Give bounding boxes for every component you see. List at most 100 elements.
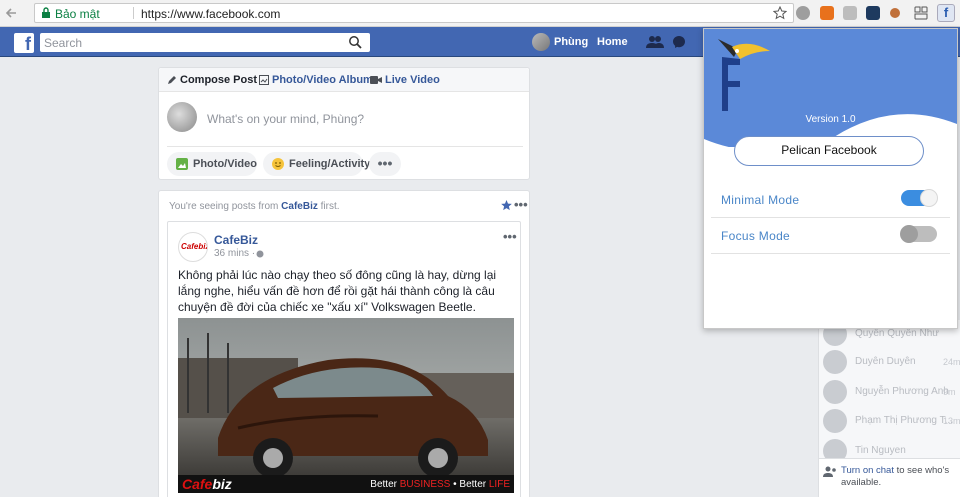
home-link[interactable]: Home [597, 36, 628, 48]
minimal-mode-label: Minimal Mode [721, 193, 800, 207]
tagline-part-3: • Better [450, 479, 487, 490]
friend-requests-icon[interactable] [646, 35, 664, 49]
tab-label: Compose Post [180, 74, 258, 86]
secure-label: Bảo mật [55, 7, 100, 21]
extension-4-icon[interactable] [866, 6, 880, 20]
pelican-extension-icon[interactable]: f [937, 4, 955, 22]
notice-options-icon[interactable]: ••• [514, 197, 528, 212]
contact-name: Tin Nguyen [855, 445, 906, 456]
popup-banner: Version 1.0 [704, 29, 957, 147]
composer-tabs: Compose Post Photo/Video Album Live Vide… [159, 68, 529, 92]
search-icon[interactable] [348, 35, 362, 49]
extension-6-icon[interactable] [914, 6, 928, 20]
chat-contact[interactable]: Duyên Duyên 24m [823, 350, 960, 374]
avatar[interactable] [532, 33, 550, 51]
photo-video-button[interactable]: Photo/Video [167, 152, 257, 176]
lock-icon [42, 7, 50, 18]
post-image[interactable]: Cafebiz Better BUSINESS • Better LIFE [178, 318, 514, 493]
tab-compose-post[interactable]: Compose Post [167, 74, 257, 86]
option-divider [711, 217, 950, 218]
chat-people-icon [823, 466, 836, 477]
contact-time: 9m [943, 387, 956, 397]
photo-icon [176, 158, 188, 170]
tagline-part-4: LIFE [488, 479, 510, 490]
popup-version: Version 1.0 [805, 114, 856, 125]
post-text: Không phải lúc nào chạy theo số đông cũn… [178, 268, 497, 314]
video-camera-icon [370, 76, 382, 84]
more-options-label: ••• [377, 155, 393, 171]
contact-name: Nguyễn Phương Anh [855, 386, 949, 397]
smiley-icon [272, 158, 284, 170]
address-separator [133, 7, 134, 19]
composer-avatar[interactable] [167, 102, 197, 132]
tab-live-video[interactable]: Live Video [370, 74, 440, 86]
contact-name: Quyên Quyên Như [855, 328, 939, 339]
profile-link[interactable]: Phùng [554, 36, 588, 48]
album-icon [259, 75, 269, 85]
post-timestamp[interactable]: 36 mins · [214, 248, 255, 259]
avatar-logo-text: Cafebiz [181, 242, 208, 251]
pencil-icon [168, 76, 176, 84]
notice-prefix: You're seeing posts from [169, 201, 279, 212]
feed-card: You're seeing posts from CafeBiz first. … [158, 190, 530, 497]
post-avatar[interactable]: Cafebiz [178, 232, 208, 262]
see-first-notice: You're seeing posts from CafeBiz first. [169, 201, 340, 212]
contact-avatar [823, 380, 847, 404]
notice-page-link[interactable]: CafeBiz [281, 201, 318, 212]
extension-2-icon[interactable] [820, 6, 834, 20]
option-divider [711, 253, 950, 254]
post-author[interactable]: CafeBiz [214, 233, 258, 247]
bookmark-star-icon[interactable] [773, 6, 787, 20]
composer-divider [167, 146, 523, 147]
browser-toolbar: Bảo mật https://www.facebook.com f [0, 0, 960, 27]
turn-on-chat-link[interactable]: Turn on chat [841, 465, 894, 476]
pelican-extension-popup: Version 1.0 Pelican Facebook Minimal Mod… [703, 28, 958, 329]
toggle-knob [920, 189, 938, 207]
feeling-activity-button[interactable]: Feeling/Activity [263, 152, 370, 176]
more-options-button[interactable]: ••• [369, 152, 401, 176]
extension-1-icon[interactable] [796, 6, 810, 20]
contact-time: 24m [943, 357, 960, 367]
brand-part-b: biz [212, 476, 232, 492]
tab-photo-video-album[interactable]: Photo/Video Album [259, 74, 373, 86]
search-input[interactable]: Search [40, 33, 370, 52]
see-first-star-icon[interactable] [501, 200, 512, 211]
pelican-logo-icon [718, 39, 770, 111]
chat-contact[interactable]: Nguyễn Phương Anh 9m [823, 380, 960, 404]
contact-avatar [823, 409, 847, 433]
contact-name: Phạm Thị Phương T... [855, 415, 953, 426]
address-bar[interactable]: Bảo mật https://www.facebook.com [34, 3, 794, 23]
minimal-mode-toggle[interactable] [901, 189, 938, 207]
contact-name: Duyên Duyên [855, 356, 916, 367]
image-brand-logo: Cafebiz [182, 476, 232, 492]
beetle-photo [178, 318, 514, 493]
tab-label: Live Video [385, 74, 440, 86]
url-text[interactable]: https://www.facebook.com [141, 7, 280, 21]
facebook-logo-icon[interactable]: f [14, 33, 34, 54]
image-tagline: Better BUSINESS • Better LIFE [370, 479, 510, 490]
contact-avatar [823, 350, 847, 374]
post: Cafebiz CafeBiz 36 mins · ••• Không phải… [167, 221, 521, 497]
extension-5-icon[interactable] [890, 8, 900, 18]
post-options-icon[interactable]: ••• [503, 229, 517, 244]
pelican-facebook-button[interactable]: Pelican Facebook [734, 136, 924, 166]
extension-3-icon[interactable] [843, 6, 857, 20]
chat-status-text: Turn on chat to see who's available. [841, 465, 959, 489]
notice-suffix: first. [320, 201, 340, 212]
tab-label: Photo/Video Album [272, 74, 373, 86]
feeling-activity-label: Feeling/Activity [289, 158, 371, 170]
tagline-part-1: Better [370, 479, 397, 490]
photo-video-label: Photo/Video [193, 158, 257, 170]
tagline-part-2: BUSINESS [399, 479, 451, 490]
globe-icon [256, 250, 264, 258]
brand-part-a: Cafe [182, 476, 213, 492]
chat-contact[interactable]: Phạm Thị Phương T... 13m [823, 409, 960, 433]
focus-mode-label: Focus Mode [721, 229, 791, 243]
messenger-icon[interactable] [672, 35, 686, 49]
focus-mode-toggle[interactable] [900, 225, 937, 243]
search-placeholder: Search [44, 36, 83, 50]
composer-input[interactable]: What's on your mind, Phùng? [207, 112, 364, 126]
back-arrow-icon[interactable] [4, 5, 20, 21]
chat-status-bar: Turn on chat to see who's available. [818, 458, 960, 497]
composer-card: Compose Post Photo/Video Album Live Vide… [158, 67, 530, 180]
